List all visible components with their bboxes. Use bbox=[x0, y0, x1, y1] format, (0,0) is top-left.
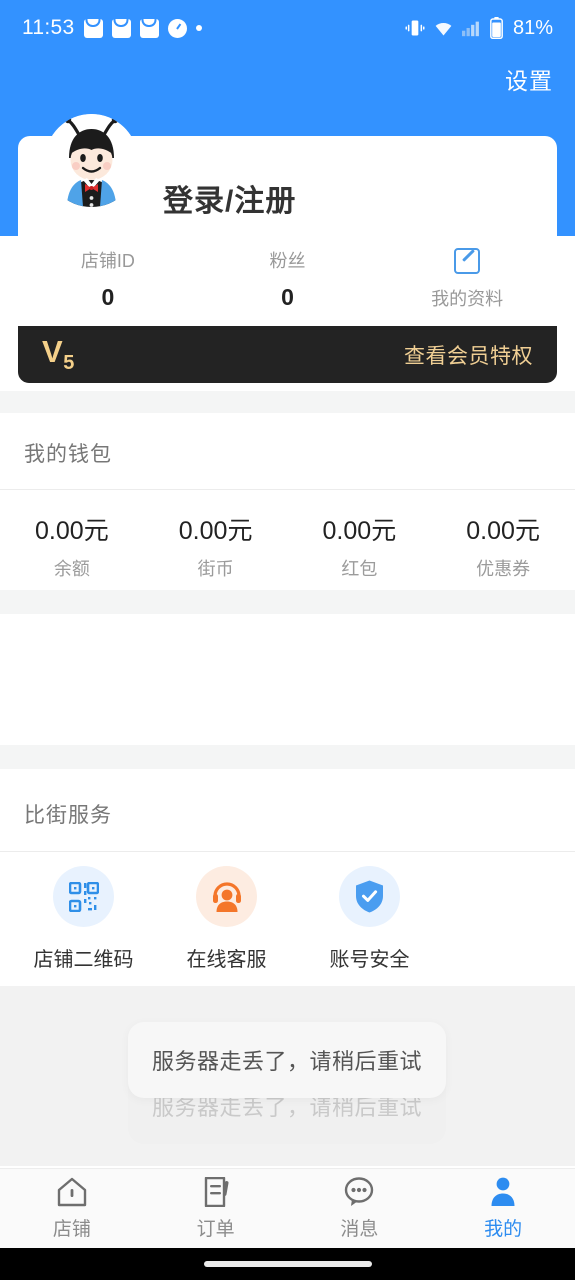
home-indicator-pill[interactable] bbox=[203, 1261, 372, 1267]
qr-code-icon bbox=[53, 866, 114, 927]
service-online-support[interactable]: 在线客服 bbox=[155, 866, 298, 986]
wifi-icon bbox=[435, 22, 452, 36]
wallet-item-coupon[interactable]: 0.00元 优惠券 bbox=[431, 508, 575, 584]
person-icon bbox=[487, 1177, 519, 1207]
section-gap-band bbox=[0, 391, 575, 413]
view-vip-privileges-link[interactable]: 查看会员特权 bbox=[404, 340, 533, 370]
edit-square-icon bbox=[454, 247, 481, 274]
status-bar-left: 11:53 bbox=[22, 16, 202, 40]
services-divider bbox=[0, 851, 575, 852]
shopping-bag-icon bbox=[83, 18, 103, 38]
my-profile-label: 我的资料 bbox=[431, 288, 504, 309]
service-shop-qrcode[interactable]: 店铺二维码 bbox=[12, 866, 155, 986]
vip-level-prefix: V bbox=[42, 333, 64, 369]
stat-shop-id[interactable]: 店铺ID 0 bbox=[18, 232, 198, 326]
wallet-amount: 0.00元 bbox=[322, 517, 397, 545]
system-home-indicator-bar bbox=[0, 1248, 575, 1280]
wallet-label: 优惠券 bbox=[476, 559, 531, 579]
status-bar: 11:53 81% bbox=[0, 0, 575, 56]
bottom-navigation-bar: 店铺 订单 消息 我的 bbox=[0, 1168, 575, 1248]
status-bar-right: 81% bbox=[405, 17, 553, 40]
wallet-amount: 0.00元 bbox=[466, 517, 540, 545]
clock-icon bbox=[167, 18, 187, 38]
nav-label: 我的 bbox=[484, 1218, 523, 1240]
shopping-bag-icon bbox=[139, 18, 159, 38]
vip-level-badge: V5 bbox=[42, 334, 75, 375]
nav-label: 订单 bbox=[196, 1218, 235, 1240]
nav-item-orders[interactable]: 订单 bbox=[144, 1169, 288, 1248]
wallet-row: 0.00元 余额 0.00元 街币 0.00元 红包 0.00元 优惠券 bbox=[0, 508, 575, 584]
settings-button[interactable]: 设置 bbox=[505, 62, 553, 96]
wallet-amount: 0.00元 bbox=[178, 517, 253, 545]
section-gap-band bbox=[0, 590, 575, 614]
profile-stats-row: 店铺ID 0 粉丝 0 我的资料 bbox=[18, 232, 557, 326]
service-label: 店铺二维码 bbox=[33, 949, 134, 971]
home-icon bbox=[56, 1177, 88, 1207]
services-section-title: 比街服务 bbox=[24, 804, 112, 827]
wallet-section-title: 我的钱包 bbox=[24, 443, 112, 466]
shopping-bag-icon bbox=[111, 18, 131, 38]
service-account-security[interactable]: 账号安全 bbox=[298, 866, 441, 986]
wallet-item-coin[interactable]: 0.00元 街币 bbox=[144, 508, 288, 584]
nav-item-shop[interactable]: 店铺 bbox=[0, 1169, 144, 1248]
service-label: 在线客服 bbox=[186, 949, 267, 971]
ant-mascot-avatar[interactable] bbox=[45, 114, 138, 207]
app-root: 11:53 81% 设置 登录/注册 店铺ID 0 粉丝 0 我的资料 V5 查… bbox=[0, 0, 575, 1280]
stat-value: 0 bbox=[281, 284, 294, 310]
wallet-label: 街币 bbox=[197, 559, 234, 579]
service-label: 账号安全 bbox=[329, 949, 410, 971]
vip-level-number: 5 bbox=[63, 352, 75, 375]
stat-label: 粉丝 bbox=[269, 251, 306, 271]
battery-percent: 81% bbox=[512, 16, 553, 39]
wallet-amount: 0.00元 bbox=[35, 517, 109, 545]
wallet-item-balance[interactable]: 0.00元 余额 bbox=[0, 508, 144, 584]
order-document-icon bbox=[200, 1176, 232, 1207]
nav-item-mine[interactable]: 我的 bbox=[431, 1169, 575, 1248]
nav-item-messages[interactable]: 消息 bbox=[288, 1169, 432, 1248]
signal-icon bbox=[461, 21, 479, 37]
headset-support-icon bbox=[196, 866, 257, 927]
section-gap-band bbox=[0, 745, 575, 769]
profile-card: 登录/注册 店铺ID 0 粉丝 0 我的资料 bbox=[18, 114, 557, 326]
chat-bubble-icon bbox=[343, 1176, 375, 1207]
services-row: 店铺二维码 在线客服 账号安全 bbox=[0, 866, 575, 986]
wallet-item-redpacket[interactable]: 0.00元 红包 bbox=[288, 508, 432, 584]
nav-label: 消息 bbox=[340, 1218, 379, 1240]
shield-check-icon bbox=[339, 866, 400, 927]
battery-icon bbox=[490, 17, 503, 39]
stat-value: 0 bbox=[101, 284, 115, 310]
wallet-label: 红包 bbox=[341, 559, 378, 579]
status-bar-clock: 11:53 bbox=[22, 16, 75, 39]
toast-message-primary: 服务器走丢了，请稍后重试 bbox=[128, 1022, 446, 1098]
login-register-button[interactable]: 登录/注册 bbox=[163, 176, 296, 220]
nav-label: 店铺 bbox=[52, 1218, 91, 1240]
my-profile-button[interactable]: 我的资料 bbox=[377, 232, 557, 326]
wallet-divider bbox=[0, 489, 575, 490]
vibrate-icon bbox=[405, 20, 425, 36]
stat-fans[interactable]: 粉丝 0 bbox=[198, 232, 378, 326]
dot-icon bbox=[195, 25, 202, 31]
stat-label: 店铺ID bbox=[80, 251, 135, 271]
wallet-label: 余额 bbox=[53, 559, 90, 579]
vip-privileges-bar[interactable]: V5 查看会员特权 bbox=[18, 326, 557, 383]
